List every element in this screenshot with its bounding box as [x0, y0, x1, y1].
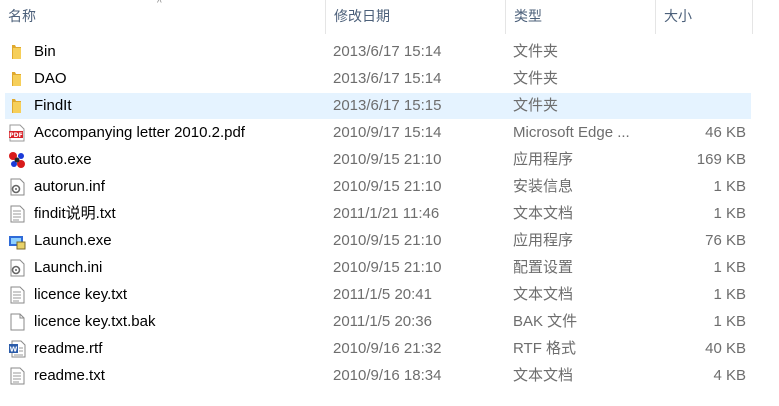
folder-icon [8, 43, 26, 61]
file-row[interactable]: PDF Accompanying letter 2010.2.pdf 2010/9/… [5, 120, 751, 146]
file-name: licence key.txt [34, 286, 128, 303]
file-name: Launch.ini [34, 259, 103, 276]
file-type: 应用程序 [513, 151, 574, 168]
file-row[interactable]: Launch.ini 2010/9/15 21:10 配置设置 1 KB [5, 255, 751, 281]
file-size: 40 KB [705, 340, 746, 357]
file-type: 文件夹 [513, 97, 559, 114]
file-modified-date: 2010/9/17 15:14 [333, 124, 442, 141]
file-modified-date: 2013/6/17 15:14 [333, 70, 442, 87]
column-header-size[interactable]: 大小 [655, 0, 752, 34]
file-size: 1 KB [713, 205, 746, 222]
file-row[interactable]: auto.exe 2010/9/15 21:10 应用程序 169 KB [5, 147, 751, 173]
column-header-modified-label: 修改日期 [334, 8, 390, 24]
text-file-icon [8, 205, 26, 223]
file-type: Microsoft Edge ... [513, 124, 630, 141]
column-header-type[interactable]: 类型 [505, 0, 655, 34]
file-row[interactable]: findit说明.txt 2011/1/21 11:46 文本文档 1 KB [5, 201, 751, 227]
file-type: 文件夹 [513, 43, 559, 60]
text-file-icon [8, 367, 26, 385]
column-header-size-label: 大小 [664, 8, 692, 24]
folder-row[interactable]: DAO 2013/6/17 15:14 文件夹 [5, 66, 751, 92]
file-size: 1 KB [713, 313, 746, 330]
column-divider [752, 0, 753, 34]
blank-file-icon [8, 313, 26, 331]
file-name: Accompanying letter 2010.2.pdf [34, 124, 245, 141]
file-size: 169 KB [696, 151, 746, 168]
file-size: 1 KB [713, 259, 746, 276]
file-name: FindIt [34, 97, 72, 114]
file-modified-date: 2010/9/16 18:34 [333, 367, 442, 384]
file-type: 安装信息 [513, 178, 574, 195]
file-name: auto.exe [34, 151, 92, 168]
file-name: DAO [34, 70, 67, 87]
file-type: 文件夹 [513, 70, 559, 87]
column-header-modified[interactable]: 修改日期 [325, 0, 505, 34]
file-row[interactable]: licence key.txt.bak 2011/1/5 20:36 BAK 文件 1… [5, 309, 751, 335]
file-size: 76 KB [705, 232, 746, 249]
file-size: 1 KB [713, 178, 746, 195]
file-row[interactable]: Wreadme.rtf 2010/9/16 21:32 RTF 格式 40 KB [5, 336, 751, 362]
text-file-icon [8, 286, 26, 304]
file-modified-date: 2013/6/17 15:15 [333, 97, 442, 114]
file-name: findit说明.txt [34, 205, 116, 222]
file-size: 46 KB [705, 124, 746, 141]
folder-row[interactable]: Bin 2013/6/17 15:14 文件夹 [5, 39, 751, 65]
file-type: 应用程序 [513, 232, 574, 249]
file-type: 文本文档 [513, 286, 574, 303]
file-modified-date: 2010/9/15 21:10 [333, 151, 442, 168]
file-modified-date: 2010/9/16 21:32 [333, 340, 442, 357]
file-row[interactable]: autorun.inf 2010/9/15 21:10 安装信息 1 KB [5, 174, 751, 200]
file-name: readme.txt [34, 367, 105, 384]
file-type: 文本文档 [513, 205, 574, 222]
file-type: 文本文档 [513, 367, 574, 384]
app-molecule-icon [8, 151, 26, 169]
file-modified-date: 2010/9/15 21:10 [333, 232, 442, 249]
folder-icon [8, 70, 26, 88]
file-name: licence key.txt.bak [34, 313, 156, 330]
file-size [655, 39, 746, 65]
file-type: 配置设置 [513, 259, 574, 276]
file-modified-date: 2011/1/5 20:36 [333, 313, 432, 330]
column-header-name-label: 名称 [8, 8, 36, 24]
pdf-icon: PDF [8, 124, 26, 142]
file-modified-date: 2010/9/15 21:10 [333, 259, 442, 276]
file-size: 4 KB [713, 367, 746, 384]
sort-ascending-icon: ^ [157, 0, 162, 9]
column-header-type-label: 类型 [514, 8, 542, 24]
word-doc-icon: W [8, 340, 26, 358]
file-size [655, 93, 746, 119]
settings-file-icon [8, 259, 26, 277]
file-modified-date: 2011/1/5 20:41 [333, 286, 432, 303]
installer-icon [8, 232, 26, 250]
file-modified-date: 2011/1/21 11:46 [333, 205, 440, 222]
file-type: BAK 文件 [513, 313, 578, 330]
settings-file-icon [8, 178, 26, 196]
file-size [655, 66, 746, 92]
file-row[interactable]: readme.txt 2010/9/16 18:34 文本文档 4 KB [5, 363, 751, 389]
file-modified-date: 2010/9/15 21:10 [333, 178, 442, 195]
folder-row[interactable]: FindIt 2013/6/17 15:15 文件夹 [5, 93, 751, 119]
file-name: autorun.inf [34, 178, 105, 195]
file-name: Bin [34, 43, 56, 60]
file-row[interactable]: Launch.exe 2010/9/15 21:10 应用程序 76 KB [5, 228, 751, 254]
svg-text:W: W [10, 346, 18, 354]
file-name: readme.rtf [34, 340, 103, 357]
column-header-bar: 名称 ^ 修改日期 类型 大小 [0, 0, 779, 34]
folder-icon [8, 97, 26, 115]
file-modified-date: 2013/6/17 15:14 [333, 43, 442, 60]
svg-text:PDF: PDF [9, 132, 22, 139]
file-type: RTF 格式 [513, 340, 577, 357]
file-name: Launch.exe [34, 232, 112, 249]
column-header-name[interactable]: 名称 [0, 0, 325, 34]
file-row[interactable]: licence key.txt 2011/1/5 20:41 文本文档 1 KB [5, 282, 751, 308]
file-size: 1 KB [713, 286, 746, 303]
